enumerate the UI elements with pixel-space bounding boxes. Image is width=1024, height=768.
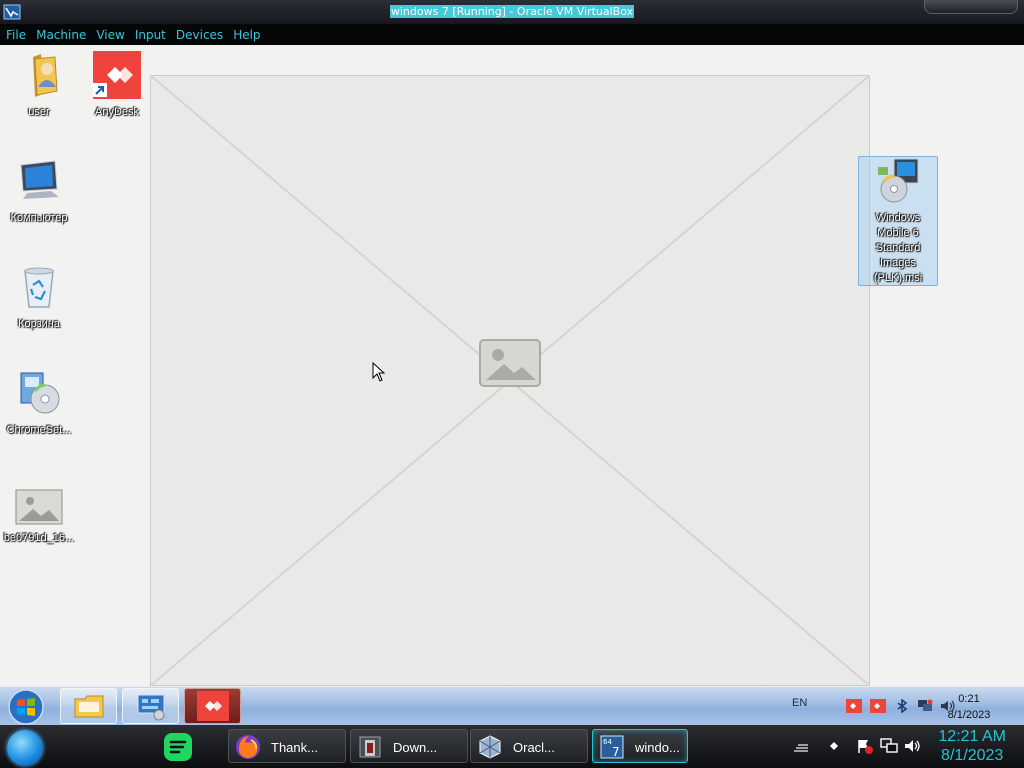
- vm-title-bar: windows 7 [Running] - Oracle VM VirtualB…: [0, 0, 1024, 24]
- network-icon[interactable]: [917, 699, 933, 713]
- taskbar-pin-explorer[interactable]: [60, 688, 117, 724]
- host-task-label: windo...: [635, 740, 680, 755]
- desktop-icon-recycle-bin[interactable]: Корзина: [0, 263, 78, 331]
- host-clock-date: 8/1/2023: [941, 747, 1004, 764]
- language-indicator[interactable]: EN: [792, 697, 807, 709]
- desktop-icon-image-file[interactable]: be0791d_16...: [0, 489, 78, 545]
- anydesk-icon: [93, 51, 141, 99]
- network-icon[interactable]: [880, 738, 898, 754]
- host-start-button[interactable]: [7, 730, 43, 766]
- desktop-icon-label: Windows Mobile 6 Standard Images (PLK).m…: [873, 212, 923, 284]
- volume-icon[interactable]: [904, 738, 922, 754]
- host-taskbar: Thank... Down... Oracl... 64 7 windo...: [0, 725, 1024, 768]
- image-icon: [479, 339, 541, 387]
- anydesk-icon: [197, 691, 229, 721]
- desktop-icon-label: user: [28, 106, 50, 118]
- mouse-cursor-icon: [372, 362, 386, 382]
- menu-devices[interactable]: Devices: [176, 28, 223, 42]
- msi-installer-icon: [878, 158, 919, 203]
- control-panel-icon: [137, 694, 165, 721]
- host-task-label: Oracl...: [513, 740, 555, 755]
- desktop-icon-label: be0791d_16...: [3, 532, 75, 544]
- desktop-icon-anydesk[interactable]: AnyDesk: [78, 51, 156, 119]
- desktop-icon-chromesetup[interactable]: ChromeSet...: [0, 369, 78, 437]
- action-center-icon[interactable]: [856, 738, 874, 754]
- menu-input[interactable]: Input: [135, 28, 166, 42]
- host-clock-time: 12:21 AM: [938, 728, 1006, 745]
- anydesk-tray-icon[interactable]: [826, 738, 844, 754]
- host-task-firefox[interactable]: Thank...: [228, 729, 346, 763]
- desktop-icon-label: Корзина: [18, 318, 60, 330]
- svg-text:7: 7: [612, 745, 620, 759]
- desktop-icon-label: Компьютер: [10, 212, 68, 224]
- menu-file[interactable]: File: [6, 28, 26, 42]
- window-title-text: windows 7 [Running] - Oracle VM VirtualB…: [389, 5, 635, 18]
- desktop-icon-msi-installer[interactable]: Windows Mobile 6 Standard Images (PLK).m…: [858, 156, 938, 286]
- vm-windows7-icon: 64 7: [600, 735, 624, 759]
- flag-icon[interactable]: [792, 738, 810, 754]
- host-task-downloads[interactable]: Down...: [350, 729, 468, 763]
- firefox-icon: [236, 735, 260, 759]
- taskbar-pin-control-panel[interactable]: [122, 688, 179, 724]
- anydesk-tray-icon[interactable]: [870, 699, 886, 713]
- anydesk-tray-icon[interactable]: [846, 699, 862, 713]
- guest-system-tray: EN 0:21 8/1/2023: [774, 687, 1024, 726]
- desktop-icon-computer[interactable]: Компьютер: [0, 157, 78, 225]
- computer-icon: [20, 160, 59, 199]
- guest-desktop[interactable]: user AnyDesk Компьютер Корзина ChromeSet…: [0, 45, 1024, 686]
- vm-menu-bar: File Machine View Input Devices Help: [0, 24, 1024, 45]
- user-folder-icon: [33, 54, 58, 97]
- window-caption-buttons[interactable]: [924, 0, 1018, 14]
- image-thumbnail-icon: [15, 489, 63, 525]
- menu-machine[interactable]: Machine: [36, 28, 86, 42]
- file-explorer-icon: [74, 695, 104, 718]
- menu-view[interactable]: View: [96, 28, 124, 42]
- guest-clock[interactable]: 0:21 8/1/2023: [939, 691, 999, 723]
- wallpaper-photo-placeholder: [150, 75, 870, 686]
- windows-start-orb[interactable]: [5, 688, 47, 726]
- guest-clock-date: 8/1/2023: [947, 709, 991, 721]
- guest-clock-time: 0:21: [958, 693, 980, 705]
- host-clock[interactable]: 12:21 AM 8/1/2023: [938, 727, 1006, 765]
- host-task-label: Thank...: [271, 740, 318, 755]
- window-title: windows 7 [Running] - Oracle VM VirtualB…: [0, 5, 1024, 19]
- bluetooth-icon[interactable]: [894, 699, 910, 713]
- messenger-app-icon[interactable]: [163, 732, 193, 762]
- virtualbox-icon: [479, 735, 501, 759]
- host-task-vm-windows7[interactable]: 64 7 windo...: [592, 729, 688, 763]
- window-app-icon: [359, 736, 381, 758]
- host-task-label: Down...: [393, 740, 438, 755]
- desktop-icon-label: AnyDesk: [94, 106, 140, 118]
- guest-taskbar: EN 0:21 8/1/2023: [0, 686, 1024, 726]
- recycle-bin-icon: [24, 267, 54, 308]
- installer-icon: [20, 372, 60, 414]
- desktop-icon-label: ChromeSet...: [6, 424, 72, 436]
- taskbar-pin-anydesk[interactable]: [184, 688, 241, 724]
- desktop-icon-user[interactable]: user: [0, 51, 78, 119]
- menu-help[interactable]: Help: [233, 28, 260, 42]
- host-task-virtualbox[interactable]: Oracl...: [470, 729, 588, 763]
